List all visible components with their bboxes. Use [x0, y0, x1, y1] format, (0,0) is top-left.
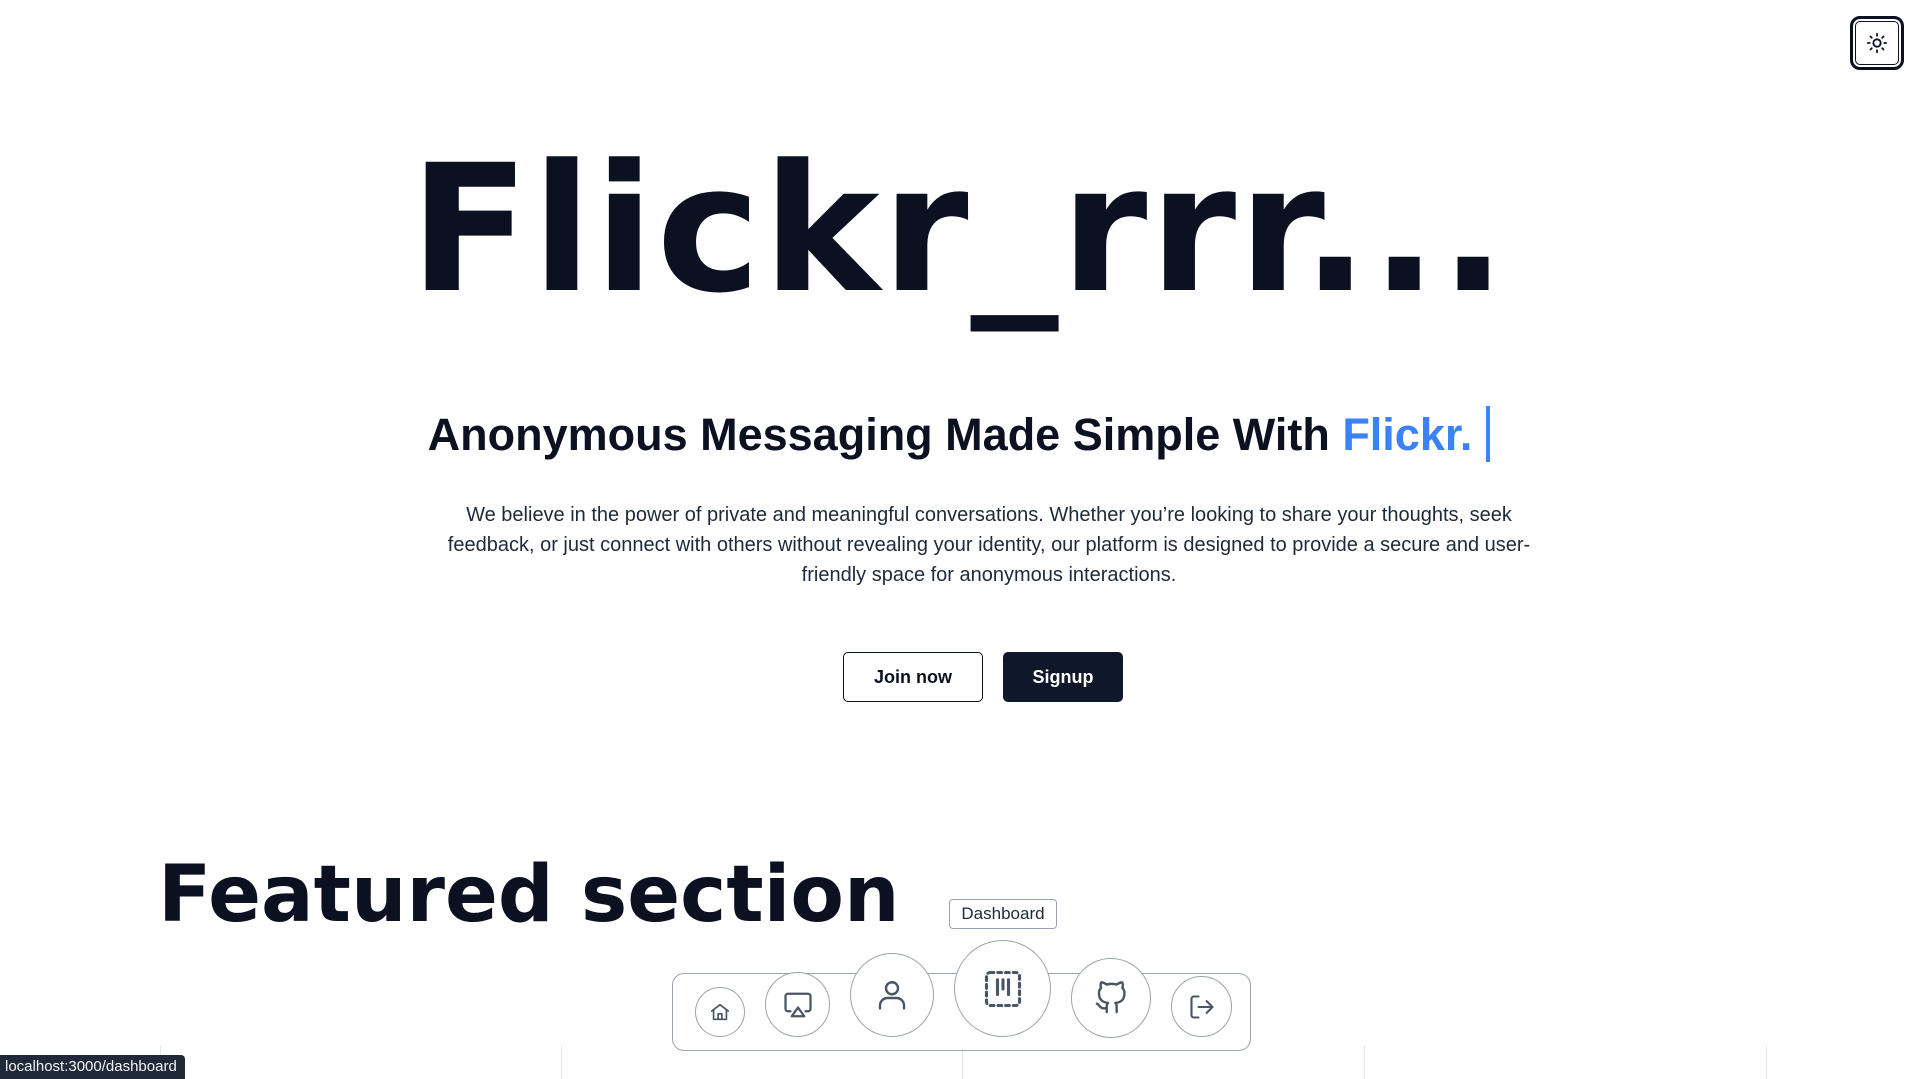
airplay-icon	[783, 992, 812, 1017]
github-icon	[1095, 981, 1126, 1014]
dock-item-screen[interactable]	[765, 972, 830, 1037]
status-bar-url: localhost:3000/dashboard	[0, 1055, 185, 1079]
card-divider	[1766, 1045, 1767, 1079]
user-icon	[878, 981, 906, 1010]
sun-icon	[1866, 32, 1888, 54]
floating-dock	[672, 940, 1251, 1051]
dashboard-icon	[984, 970, 1021, 1007]
typing-cursor	[1486, 406, 1491, 463]
tagline-text: Anonymous Messaging Made Simple With	[427, 409, 1343, 460]
dock-item-profile[interactable]	[850, 953, 934, 1037]
dock-item-logout[interactable]	[1171, 976, 1232, 1037]
theme-toggle-button[interactable]	[1850, 16, 1904, 70]
home-icon	[710, 1003, 730, 1021]
join-now-button[interactable]: Join now	[843, 652, 983, 702]
tagline: Anonymous Messaging Made Simple With Fli…	[0, 405, 1918, 466]
dock-item-dashboard[interactable]	[954, 940, 1051, 1037]
hero-title: Flickr_rrr...	[409, 127, 1509, 332]
dock-item-github[interactable]	[1071, 958, 1151, 1038]
tagline-brand: Flickr.	[1342, 409, 1473, 460]
dock-tooltip: Dashboard	[949, 899, 1057, 929]
card-divider	[561, 1045, 562, 1079]
dock-item-home[interactable]	[695, 987, 745, 1037]
signup-button[interactable]: Signup	[1003, 652, 1123, 702]
card-divider	[1364, 1045, 1365, 1079]
logout-icon	[1189, 994, 1214, 1019]
hero-description: We believe in the power of private and m…	[447, 504, 1531, 586]
featured-section-title: Featured section	[158, 850, 900, 940]
